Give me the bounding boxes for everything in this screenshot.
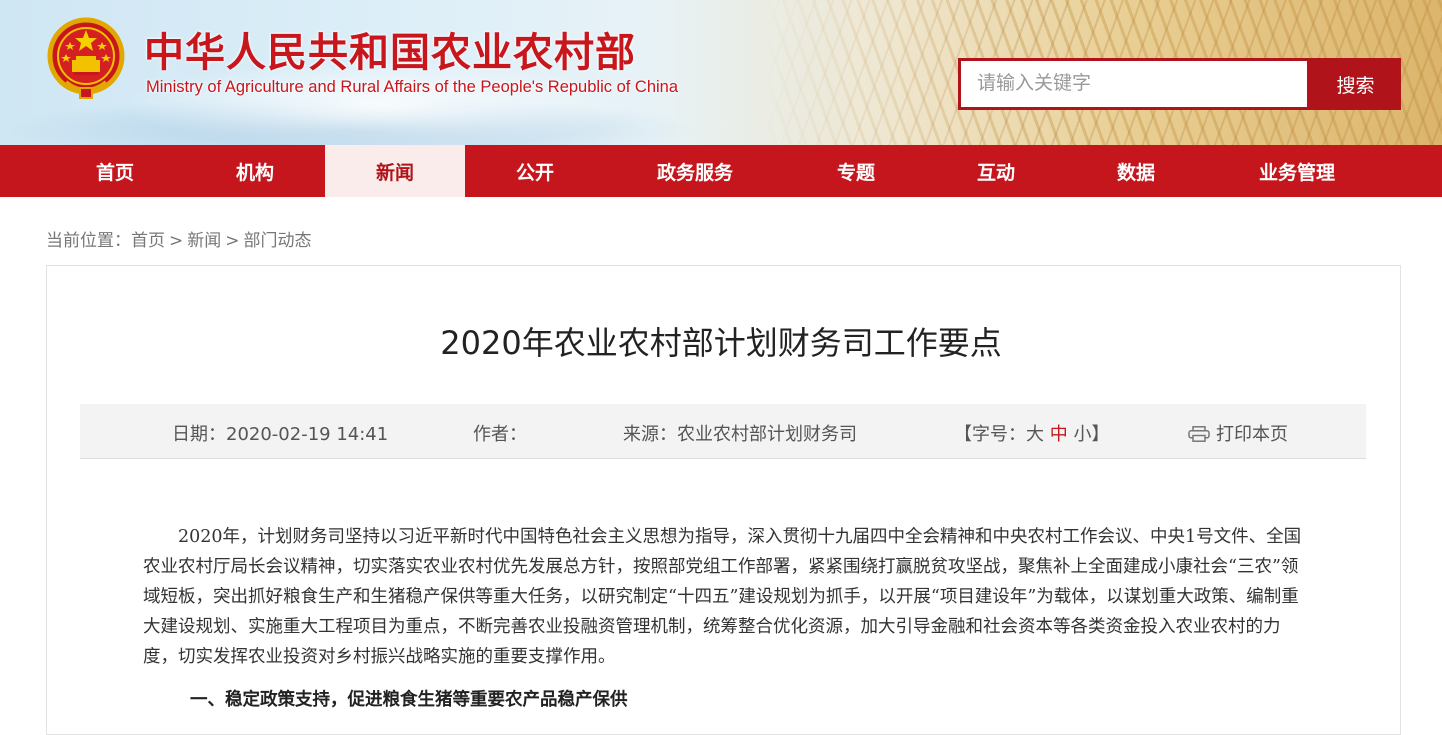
nav-item-topics[interactable]: 专题 bbox=[785, 145, 927, 197]
article-section-heading: 一、稳定政策支持，促进粮食生猪等重要农产品稳产保供 bbox=[190, 690, 628, 710]
font-size-large-button[interactable]: 大 bbox=[1026, 424, 1044, 445]
nav-item-organization[interactable]: 机构 bbox=[185, 145, 325, 197]
source-label: 来源： bbox=[623, 424, 677, 445]
font-size-small-button[interactable]: 小 bbox=[1073, 424, 1091, 445]
article-title: 2020年农业农村部计划财务司工作要点 bbox=[440, 324, 1002, 362]
site-title[interactable]: 中华人民共和国农业农村部 bbox=[144, 20, 636, 78]
breadcrumb: 当前位置：首页 > 新闻 > 部门动态 bbox=[46, 226, 312, 251]
article-date: 日期：2020-02-19 14:41 bbox=[172, 420, 388, 446]
breadcrumb-prefix: 当前位置： bbox=[46, 231, 131, 251]
print-button[interactable]: 打印本页 bbox=[1188, 420, 1288, 446]
font-size-medium-button[interactable]: 中 bbox=[1050, 424, 1068, 445]
breadcrumb-separator: > bbox=[225, 231, 240, 251]
search-button[interactable]: 搜索 bbox=[1310, 58, 1401, 110]
nav-item-government-services[interactable]: 政务服务 bbox=[605, 145, 785, 197]
site-subtitle: Ministry of Agriculture and Rural Affair… bbox=[146, 78, 679, 96]
nav-item-business-management[interactable]: 业务管理 bbox=[1207, 145, 1387, 197]
search-bar: 搜索 bbox=[958, 58, 1401, 110]
article-source: 来源：农业农村部计划财务司 bbox=[623, 420, 857, 446]
nav-item-data[interactable]: 数据 bbox=[1065, 145, 1207, 197]
site-header: 中华人民共和国农业农村部 Ministry of Agriculture and… bbox=[0, 0, 1442, 145]
breadcrumb-separator: > bbox=[169, 231, 184, 251]
print-label: 打印本页 bbox=[1216, 424, 1288, 445]
national-emblem-icon[interactable] bbox=[46, 16, 126, 102]
nav-item-interaction[interactable]: 互动 bbox=[927, 145, 1065, 197]
printer-icon bbox=[1188, 426, 1210, 442]
author-label: 作者： bbox=[473, 424, 527, 445]
source-value: 农业农村部计划财务司 bbox=[677, 424, 857, 445]
search-input[interactable] bbox=[961, 61, 1307, 107]
breadcrumb-item-home[interactable]: 首页 bbox=[131, 231, 165, 251]
font-size-suffix: 】 bbox=[1091, 424, 1110, 445]
article-meta-bar: 日期：2020-02-19 14:41 作者： 来源：农业农村部计划财务司 【字… bbox=[80, 404, 1366, 459]
font-size-prefix: 【字号： bbox=[954, 424, 1026, 445]
date-value: 2020-02-19 14:41 bbox=[226, 424, 389, 445]
breadcrumb-item-news[interactable]: 新闻 bbox=[187, 231, 221, 251]
main-nav: 首页 机构 新闻 公开 政务服务 专题 互动 数据 业务管理 bbox=[0, 145, 1442, 197]
nav-item-home[interactable]: 首页 bbox=[45, 145, 185, 197]
font-size-control: 【字号：大 中 小】 bbox=[954, 420, 1109, 446]
date-label: 日期： bbox=[172, 424, 226, 445]
nav-item-news[interactable]: 新闻 bbox=[325, 145, 465, 197]
breadcrumb-item-department-news[interactable]: 部门动态 bbox=[244, 231, 312, 251]
article-paragraph: 2020年，计划财务司坚持以习近平新时代中国特色社会主义思想为指导，深入贯彻十九… bbox=[143, 527, 1302, 667]
article-author: 作者： bbox=[473, 420, 527, 446]
nav-item-public[interactable]: 公开 bbox=[465, 145, 605, 197]
